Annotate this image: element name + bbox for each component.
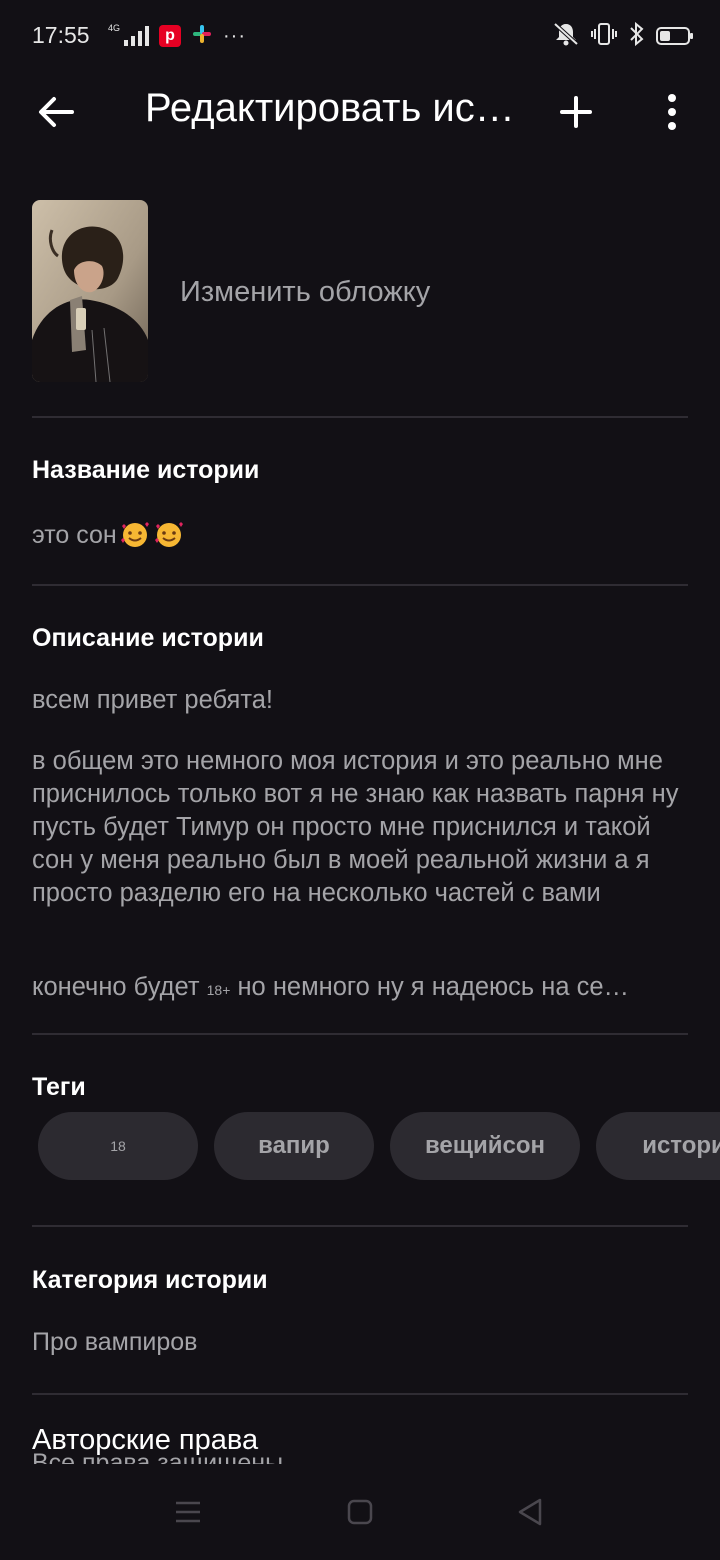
- smiling-face-with-hearts-icon: [119, 520, 151, 548]
- change-cover-link[interactable]: Изменить обложку: [180, 276, 430, 309]
- network-type-label: 4G: [108, 23, 121, 33]
- menu-button[interactable]: [164, 1492, 212, 1532]
- bluetooth-icon: [628, 21, 646, 52]
- story-description-label: Описание истории: [32, 624, 264, 652]
- cover-section: Изменить обложку: [32, 200, 688, 384]
- tag-chip[interactable]: вапир: [214, 1112, 374, 1180]
- smiling-face-with-hearts-icon: [153, 520, 185, 548]
- tags-label: Теги: [32, 1073, 86, 1101]
- system-back-button[interactable]: [506, 1492, 554, 1532]
- status-bar: 17:55 4G p ···: [0, 0, 720, 72]
- age-badge: 18+: [206, 982, 231, 998]
- story-title-label: Название истории: [32, 456, 260, 484]
- tag-chip[interactable]: 18: [38, 1112, 198, 1180]
- slack-icon: [191, 23, 213, 50]
- back-triangle-icon: [518, 1498, 542, 1526]
- story-title-field[interactable]: это сон: [32, 520, 185, 550]
- description-line-start: конечно будет: [32, 973, 200, 1001]
- tag-chip[interactable]: вещийсон: [390, 1112, 580, 1180]
- story-title-value: это сон: [32, 521, 117, 549]
- pinterest-icon: p: [159, 25, 182, 47]
- home-button[interactable]: [336, 1492, 384, 1532]
- copyright-value: Все права защищены: [32, 1452, 283, 1464]
- status-left-icons: 4G p ···: [108, 22, 246, 50]
- category-label: Категория истории: [32, 1266, 268, 1294]
- more-dots-icon: ···: [223, 24, 246, 47]
- menu-icon: [176, 1501, 200, 1523]
- divider: [32, 416, 688, 418]
- back-button[interactable]: [30, 88, 82, 136]
- divider: [32, 1225, 688, 1227]
- arrow-left-icon: [39, 97, 74, 127]
- tags-list[interactable]: 18 вапир вещийсон история: [38, 1112, 720, 1182]
- home-square-icon: [347, 1499, 373, 1525]
- copyright-value-container: Все права защищены: [32, 1452, 283, 1464]
- description-paragraph: всем привет ребята!: [32, 686, 273, 714]
- vertical-dots-icon: [668, 94, 676, 130]
- page-title: Редактировать ис…: [145, 86, 515, 130]
- status-right-icons: [552, 21, 693, 52]
- app-bar: Редактировать ис…: [0, 72, 720, 152]
- more-options-button[interactable]: [650, 88, 694, 136]
- add-part-button[interactable]: [552, 88, 600, 136]
- plus-icon: [560, 96, 592, 128]
- mute-icon: [552, 21, 580, 52]
- tag-chip[interactable]: история: [596, 1112, 720, 1180]
- divider: [32, 1033, 688, 1035]
- system-nav-bar: [0, 1464, 720, 1560]
- divider: [32, 584, 688, 586]
- vibrate-icon: [590, 21, 618, 52]
- description-line-end: но немного ну я надеюсь на се…: [237, 973, 630, 1001]
- description-paragraph: в общем это немного моя история и это ре…: [32, 747, 679, 907]
- signal-icon: [124, 26, 150, 46]
- cover-image[interactable]: [32, 200, 148, 382]
- status-time: 17:55: [32, 22, 90, 48]
- battery-icon: [656, 27, 693, 45]
- description-truncated-line: конечно будет 18+ но немного ну я надеюс…: [32, 971, 688, 1007]
- category-value[interactable]: Про вампиров: [32, 1328, 197, 1357]
- divider: [32, 1393, 688, 1395]
